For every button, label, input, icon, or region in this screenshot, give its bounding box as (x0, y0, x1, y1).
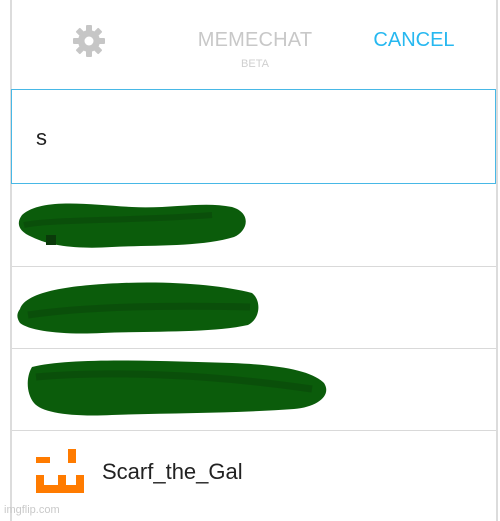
header-bar: MEMECHAT BETA CANCEL (12, 0, 496, 88)
imgflip-watermark: imgflip.com (4, 504, 60, 516)
redaction-scribble (18, 203, 246, 248)
list-item[interactable] (12, 185, 496, 267)
search-input[interactable] (36, 123, 466, 153)
app-frame: MEMECHAT BETA CANCEL s Scarf_the_Gal img… (0, 0, 500, 521)
list-item[interactable] (12, 349, 496, 431)
redaction-scribble (27, 360, 327, 416)
list-item[interactable] (12, 267, 496, 349)
cancel-button[interactable]: CANCEL (372, 29, 456, 52)
redaction-scribble (17, 282, 259, 334)
right-divider (496, 0, 498, 521)
gear-icon[interactable] (72, 24, 106, 58)
search-field[interactable] (11, 89, 496, 184)
beta-label: BETA (241, 58, 269, 70)
username-label: Scarf_the_Gal (102, 459, 243, 484)
avatar (36, 449, 84, 493)
app-title: MEMECHAT (197, 29, 313, 51)
list-item[interactable]: Scarf_the_Gal (12, 431, 496, 521)
